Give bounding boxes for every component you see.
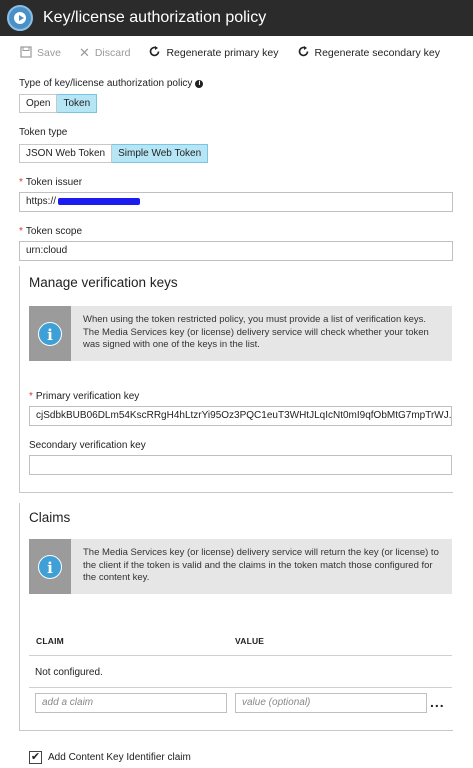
policy-type-token-option[interactable]: Token [57,94,98,113]
token-type-label: Token type [19,127,68,138]
required-marker: * [19,177,23,188]
table-header-divider [29,655,452,656]
info-icon: i [38,321,62,346]
policy-type-label: Type of key/license authorization policy… [19,78,204,89]
policy-type-open-option[interactable]: Open [19,94,58,113]
title-bar: Key/license authorization policy [0,0,473,36]
secondary-key-input[interactable] [29,455,452,475]
regenerate-secondary-key-button[interactable]: Regenerate secondary key [297,45,441,61]
regenerate-primary-key-button[interactable]: Regenerate primary key [148,45,279,61]
info-icon[interactable]: i [195,80,204,88]
token-type-jwt-option[interactable]: JSON Web Token [19,144,113,163]
save-icon [20,45,32,61]
discard-label: Discard [94,47,131,59]
primary-key-input[interactable]: cjSdbkBUB06DLm54KscRRgH4hLtzrYi95Oz3PQC1… [29,406,452,426]
refresh-icon [148,45,161,61]
value-column-header: VALUE [235,636,265,646]
regenerate-primary-label: Regenerate primary key [166,47,279,59]
checkmark-icon: ✔ [30,751,41,763]
verification-info-box: i When using the token restricted policy… [29,306,452,361]
add-claim-input[interactable]: add a claim [35,693,227,713]
claims-title: Claims [29,510,71,525]
content-key-claim-label: Add Content Key Identifier claim [48,752,191,763]
save-label: Save [37,47,61,59]
claims-info-box: i The Media Services key (or license) de… [29,539,452,594]
primary-key-label: * Primary verification key [29,391,139,402]
token-issuer-label-text: Token issuer [25,177,83,188]
policy-type-label-text: Type of key/license authorization policy [19,78,193,89]
token-issuer-label: * Token issuer [19,177,82,188]
info-bar: i [29,306,71,361]
info-bar: i [29,539,71,594]
discard-button[interactable]: ✕ Discard [79,45,131,61]
secondary-key-label: Secondary verification key [29,440,146,451]
regenerate-secondary-label: Regenerate secondary key [314,47,441,59]
table-row-divider [29,687,452,688]
token-type-selector: JSON Web Token Simple Web Token [19,144,209,163]
token-scope-input[interactable]: urn:cloud [19,241,453,261]
claim-column-header: CLAIM [36,636,64,646]
required-marker: * [29,391,33,402]
redaction-mark [58,198,140,205]
policy-type-selector: Open Token [19,94,98,113]
verification-info-text: When using the token restricted policy, … [83,314,429,350]
verification-keys-title: Manage verification keys [29,275,178,290]
save-button[interactable]: Save [20,45,61,61]
claims-empty-text: Not configured. [35,667,103,678]
claims-info-text: The Media Services key (or license) deli… [83,547,439,583]
claim-value-input[interactable]: value (optional) [235,693,427,713]
required-marker: * [19,226,23,237]
token-type-swt-option[interactable]: Simple Web Token [112,144,209,163]
more-options-button[interactable]: ... [430,694,445,710]
primary-key-label-text: Primary verification key [35,391,140,402]
token-scope-label: * Token scope [19,226,82,237]
content-key-claim-checkbox[interactable]: ✔ [29,751,42,764]
close-icon: ✕ [78,45,90,60]
refresh-icon [297,45,310,61]
media-services-icon [7,5,33,31]
window-title: Key/license authorization policy [43,9,267,26]
token-scope-label-text: Token scope [25,226,83,237]
command-toolbar: Save ✕ Discard Regenerate primary key Re… [0,42,440,64]
info-icon: i [38,554,62,579]
